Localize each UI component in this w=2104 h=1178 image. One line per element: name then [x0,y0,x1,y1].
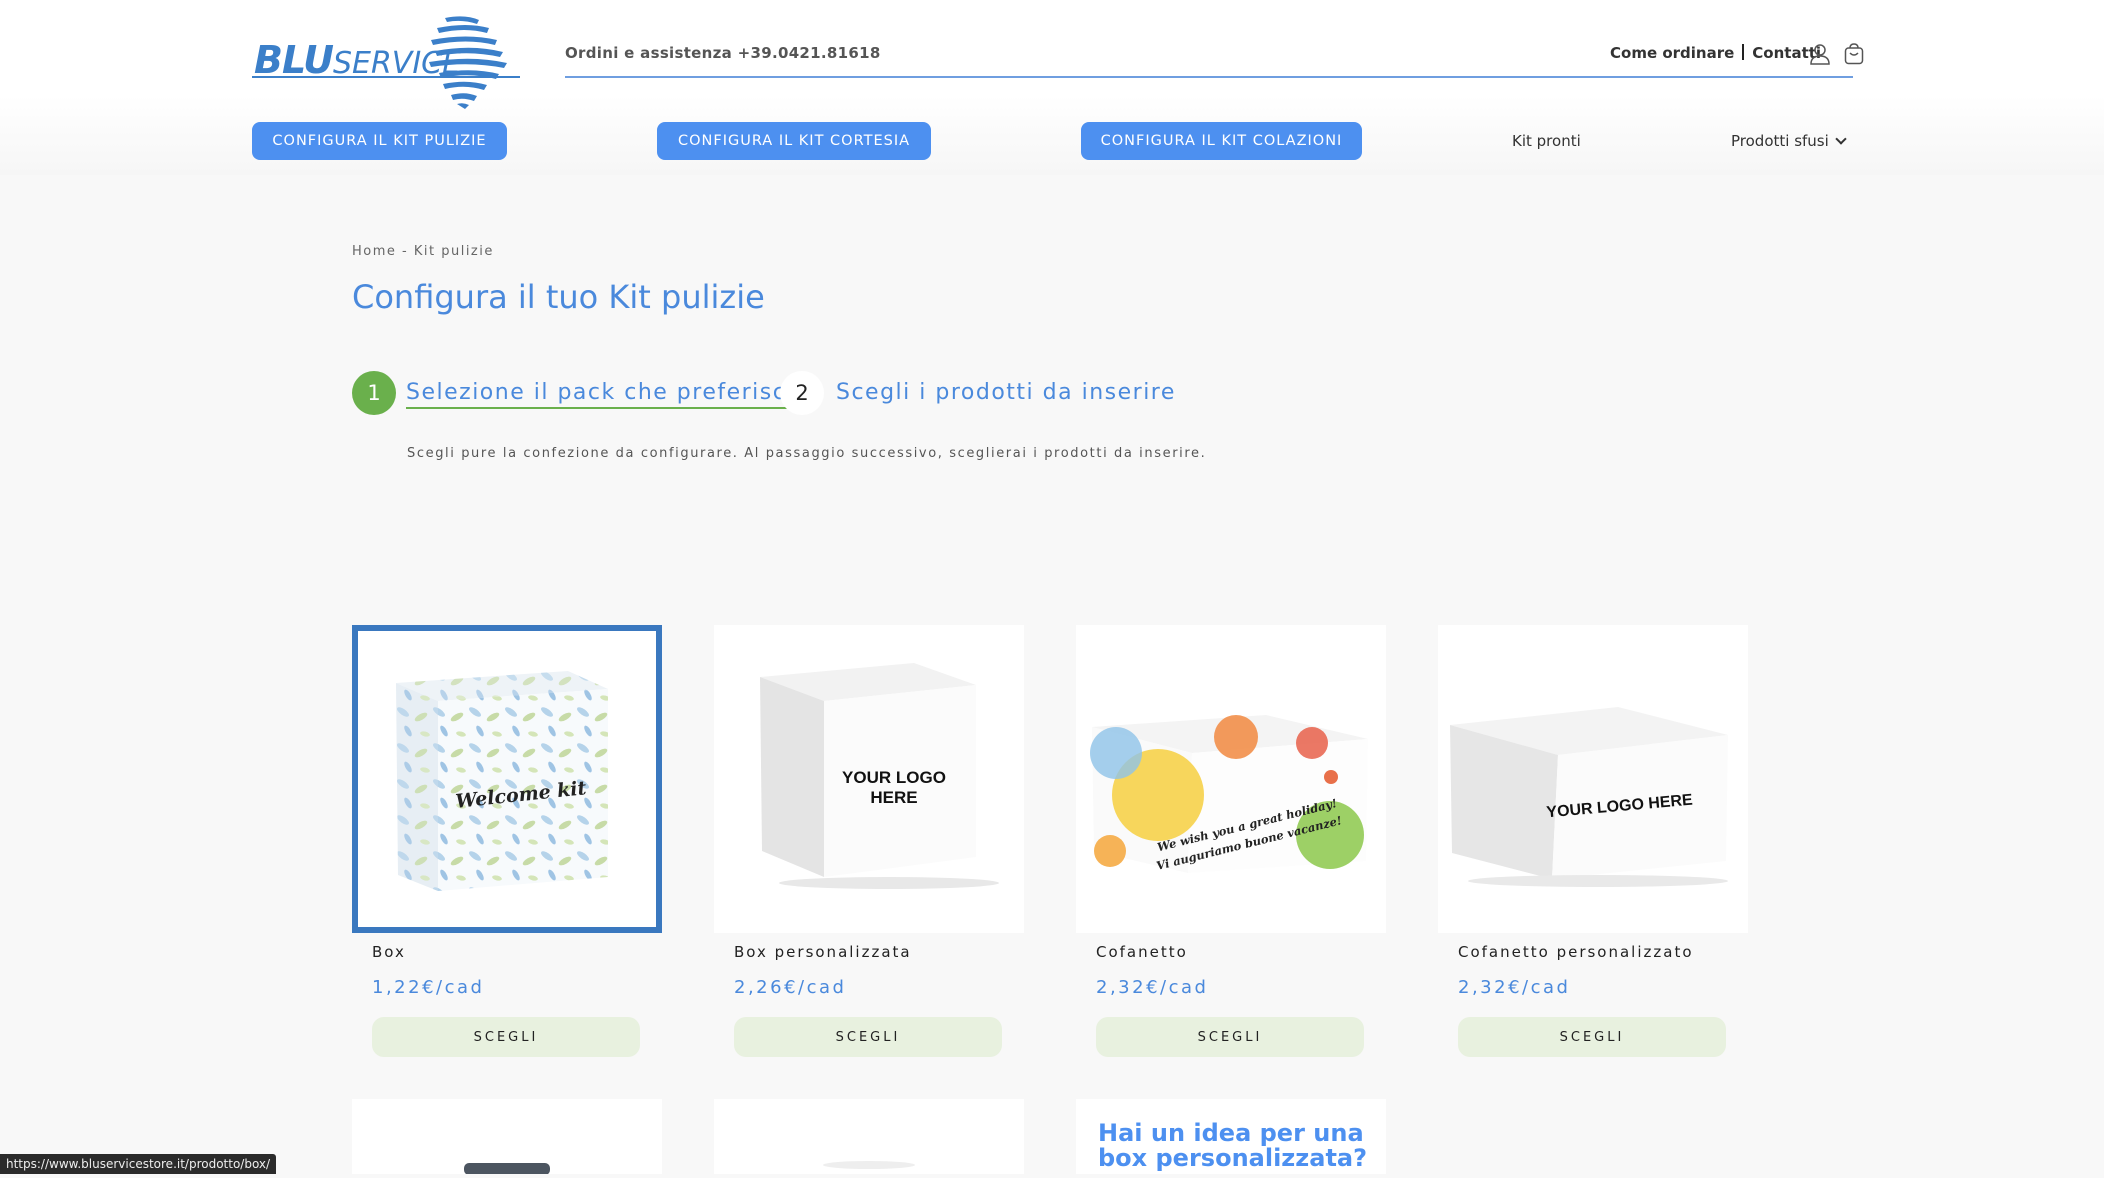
choose-cofanetto-button[interactable]: SCEGLI [1096,1017,1364,1057]
product-thumbnail-partial [823,1161,915,1169]
status-bar-url: https://www.bluservicestore.it/prodotto/… [0,1154,277,1174]
product-name[interactable]: Box [372,943,406,961]
choose-box-button[interactable]: SCEGLI [372,1017,640,1057]
cofanetto-your-logo-image: YOUR LOGO HERE [1450,707,1728,887]
user-icon[interactable] [1810,43,1830,65]
logo-swirl-icon [429,16,507,109]
configure-kit-pulizie-button[interactable]: CONFIGURA IL KIT PULIZIE [252,122,507,160]
header-divider [565,76,1853,78]
box-logo-text-1: YOUR LOGO [842,768,946,787]
product-image-cofanetto-personalizzato[interactable]: YOUR LOGO HERE [1438,625,1748,933]
page-title: Configura il tuo Kit pulizie [352,278,765,316]
brand-logo[interactable]: BLUSERVICE [252,14,522,112]
box-welcome-kit-image: Welcome kit [396,671,608,891]
promo-line-1: Hai un idea per una [1098,1119,1364,1147]
product-image-box-personalizzata[interactable]: YOUR LOGO HERE [714,625,1024,933]
link-separator [1742,44,1745,60]
configure-kit-colazioni-button[interactable]: CONFIGURA IL KIT COLAZIONI [1081,122,1362,160]
top-links: Come ordinare Contatti [1610,44,1821,62]
product-thumbnail-partial [464,1163,550,1175]
cofanetto-holiday-image: We wish you a great holiday! Vi auguriam… [1090,715,1368,873]
step-1-number: 1 [352,371,396,415]
product-image-box[interactable]: Welcome kit [352,625,662,933]
product-price: 2,32€/cad [1458,977,1571,998]
step-2-number: 2 [780,371,824,415]
product-price: 2,32€/cad [1096,977,1209,998]
product-price: 2,26€/cad [734,977,847,998]
configure-kit-cortesia-button[interactable]: CONFIGURA IL KIT CORTESIA [657,122,931,160]
product-name[interactable]: Box personalizzata [734,943,912,961]
support-phone: Ordini e assistenza +39.0421.81618 [565,44,881,62]
step-2-label[interactable]: Scegli i prodotti da inserire [836,380,1176,405]
product-name[interactable]: Cofanetto [1096,943,1188,961]
choose-cofanetto-personalizzato-button[interactable]: SCEGLI [1458,1017,1726,1057]
step-1-label[interactable]: Selezione il pack che preferisci [406,380,794,409]
custom-box-promo[interactable]: Hai un idea per una box personalizzata? [1076,1099,1386,1174]
product-image-cofanetto[interactable]: We wish you a great holiday! Vi auguriam… [1076,625,1386,933]
choose-box-personalizzata-button[interactable]: SCEGLI [734,1017,1002,1057]
product-name[interactable]: Cofanetto personalizzato [1458,943,1694,961]
cart-icon[interactable] [1844,43,1864,65]
product-price: 1,22€/cad [372,977,485,998]
come-ordinare-link[interactable]: Come ordinare [1610,44,1734,62]
kit-pronti-link[interactable]: Kit pronti [1512,132,1581,150]
promo-text: Hai un idea per una box personalizzata? [1098,1121,1367,1171]
breadcrumb[interactable]: Home - Kit pulizie [352,244,494,259]
promo-line-2: box personalizzata? [1098,1144,1368,1172]
prodotti-sfusi-label: Prodotti sfusi [1731,132,1829,150]
step-description: Scegli pure la confezione da configurare… [407,446,1207,461]
box-logo-text-2: HERE [870,788,917,807]
prodotti-sfusi-menu[interactable]: Prodotti sfusi [1731,132,1847,150]
product-image-row2-2[interactable] [714,1099,1024,1174]
chevron-down-icon [1835,133,1847,145]
product-image-row2-1[interactable] [352,1099,662,1175]
box-your-logo-image: YOUR LOGO HERE [760,663,999,889]
